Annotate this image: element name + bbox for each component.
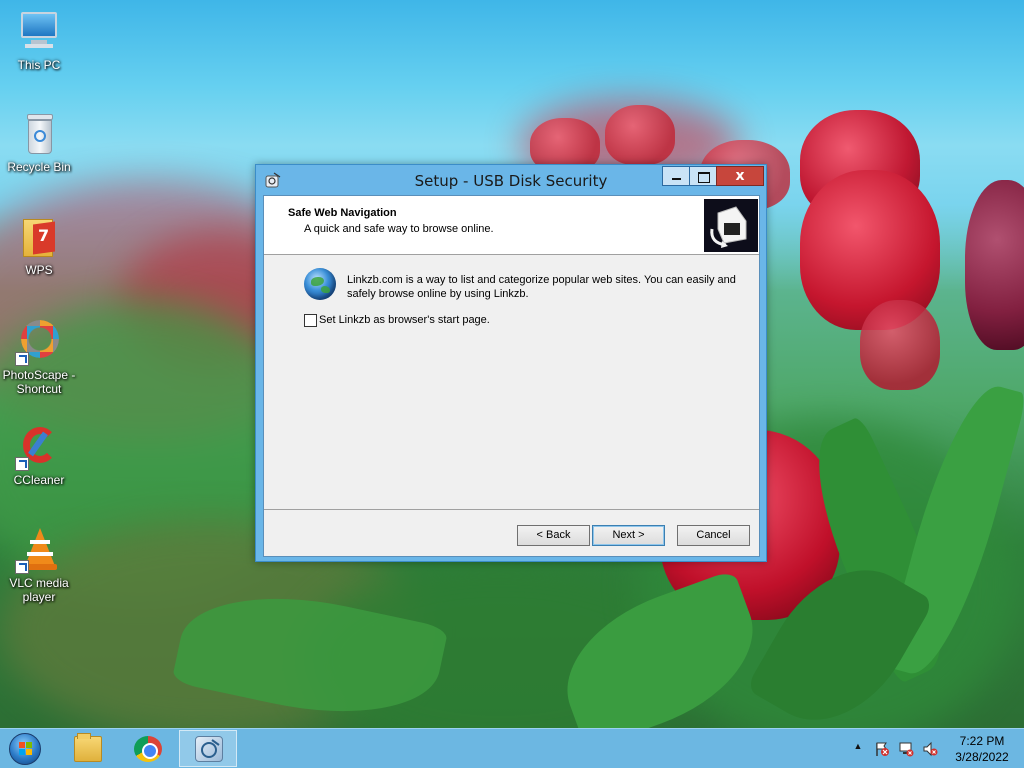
action-center-flag-icon[interactable] <box>874 741 890 757</box>
taskbar: ▲ 7:22 PM 3/28/2022 <box>0 728 1024 768</box>
footer-divider <box>264 509 759 510</box>
windows-logo-icon <box>9 733 41 765</box>
desktop-icon-vlc[interactable]: VLC media player <box>0 528 78 604</box>
desktop-icon-label: CCleaner <box>13 473 65 487</box>
desktop-icon-label: PhotoScape - Shortcut <box>2 368 76 396</box>
photoscape-icon <box>15 320 61 366</box>
clock-date: 3/28/2022 <box>955 750 1009 764</box>
desktop-icon-photoscape[interactable]: PhotoScape - Shortcut <box>0 320 78 396</box>
desktop-icon-label: This PC <box>17 58 61 72</box>
minimize-button[interactable] <box>662 166 690 186</box>
usb-disk-security-icon <box>195 736 223 762</box>
taskbar-app-file-explorer[interactable] <box>58 730 116 767</box>
description-text: Linkzb.com is a way to list and categori… <box>347 274 736 300</box>
window-titlebar[interactable]: Setup - USB Disk Security x <box>256 165 766 195</box>
wizard-page-title: Safe Web Navigation <box>288 207 397 219</box>
desktop-icon-wps[interactable]: 7 WPS <box>0 215 78 277</box>
clock-time: 7:22 PM <box>959 734 1005 748</box>
desktop-icon-recycle-bin[interactable]: Recycle Bin <box>0 112 78 174</box>
maximize-button[interactable] <box>689 166 717 186</box>
shortcut-arrow-icon <box>15 352 29 366</box>
taskbar-app-chrome[interactable] <box>118 730 176 767</box>
desktop-icon-label: Recycle Bin <box>7 160 71 174</box>
globe-icon <box>304 268 336 300</box>
usb-disk-logo-icon <box>704 199 758 252</box>
folder-icon <box>74 733 102 762</box>
computer-icon <box>17 10 61 54</box>
taskbar-app-usb-disk-security[interactable] <box>179 730 237 767</box>
close-button[interactable]: x <box>716 166 764 186</box>
next-button[interactable]: Next > <box>592 525 665 546</box>
wizard-page-subtitle: A quick and safe way to browse online. <box>304 223 494 235</box>
volume-muted-icon[interactable] <box>922 741 938 757</box>
start-page-checkbox[interactable] <box>304 314 317 327</box>
desktop-icon-this-pc[interactable]: This PC <box>0 10 78 72</box>
setup-window: Setup - USB Disk Security x Safe Web Nav… <box>255 164 767 562</box>
cancel-button[interactable]: Cancel <box>677 525 750 546</box>
desktop-icon-label: WPS <box>25 263 53 277</box>
recycle-bin-icon <box>17 112 61 156</box>
start-page-checkbox-label[interactable]: Set Linkzb as browser's start page. <box>319 314 490 326</box>
show-hidden-icons-button[interactable]: ▲ <box>850 741 866 757</box>
network-icon[interactable] <box>898 741 914 757</box>
chrome-icon <box>134 736 162 762</box>
start-button[interactable] <box>6 732 46 766</box>
wps-icon: 7 <box>17 215 61 259</box>
wizard-header: Safe Web Navigation A quick and safe way… <box>264 196 759 255</box>
wizard-body: Safe Web Navigation A quick and safe way… <box>263 195 760 557</box>
shortcut-arrow-icon <box>15 560 29 574</box>
taskbar-clock[interactable]: 7:22 PM 3/28/2022 <box>952 733 1012 765</box>
shortcut-arrow-icon <box>15 457 29 471</box>
vlc-icon <box>15 528 61 574</box>
back-button[interactable]: < Back <box>517 525 590 546</box>
close-icon: x <box>735 168 745 184</box>
desktop-icon-label: VLC media player <box>9 576 69 604</box>
desktop-icon-ccleaner[interactable]: CCleaner <box>0 425 78 487</box>
ccleaner-icon <box>15 425 61 471</box>
